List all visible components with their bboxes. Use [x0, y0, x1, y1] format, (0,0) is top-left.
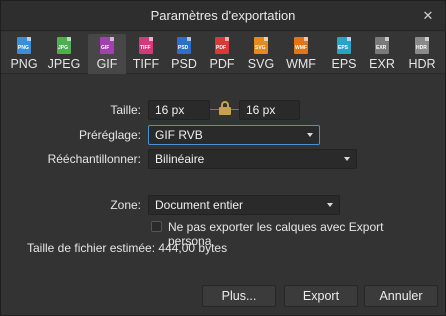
- preset-dropdown[interactable]: GIF RVB: [148, 125, 320, 145]
- file-icon-tag: PSD: [178, 45, 189, 51]
- pdf-file-icon: PDF: [215, 37, 229, 54]
- dialog-title: Paramètres d'exportation: [150, 8, 296, 23]
- title-bar: Paramètres d'exportation ✕: [1, 1, 445, 31]
- psd-file-icon: PSD: [177, 37, 191, 54]
- chevron-down-icon: [344, 157, 350, 161]
- close-icon[interactable]: ✕: [419, 7, 437, 25]
- zone-value: Document entier: [155, 198, 244, 212]
- wmf-file-icon: WMF: [294, 37, 308, 54]
- format-tab-eps[interactable]: EPS EPS: [325, 34, 363, 74]
- format-tab-label: HDR: [408, 57, 436, 71]
- format-tab-gif[interactable]: GIF GIF: [88, 34, 126, 74]
- export-settings-dialog: Paramètres d'exportation ✕ PNG PNG JPG JPEG…: [0, 0, 446, 316]
- format-tab-wmf[interactable]: WMF WMF: [282, 34, 320, 74]
- zone-label: Zone:: [110, 198, 141, 212]
- file-icon-tag: WMF: [295, 45, 307, 51]
- zone-dropdown[interactable]: Document entier: [148, 195, 340, 215]
- format-tab-hdr[interactable]: HDR HDR: [403, 34, 441, 74]
- aspect-lock-icon[interactable]: [219, 101, 231, 115]
- tiff-file-icon: TIFF: [139, 37, 153, 54]
- preset-value: GIF RVB: [155, 128, 203, 142]
- resample-label: Rééchantillonner:: [47, 152, 141, 166]
- size-label: Taille:: [110, 103, 141, 117]
- file-icon-tag: TIFF: [140, 45, 151, 51]
- chevron-down-icon: [307, 133, 313, 137]
- file-icon-tag: SVG: [255, 45, 266, 51]
- export-button[interactable]: Export: [284, 285, 358, 307]
- preset-label: Préréglage:: [78, 128, 141, 142]
- eps-file-icon: EPS: [337, 37, 351, 54]
- file-icon-tag: JPG: [58, 45, 69, 51]
- format-tab-tiff[interactable]: TIFF TIFF: [127, 34, 165, 74]
- format-tab-svg[interactable]: SVG SVG: [242, 34, 280, 74]
- width-input[interactable]: 16 px: [148, 100, 210, 120]
- exr-file-icon: EXR: [375, 37, 389, 54]
- resample-dropdown[interactable]: Bilinéaire: [148, 149, 357, 169]
- file-icon-tag: PDF: [216, 45, 226, 51]
- jpeg-file-icon: JPG: [57, 37, 71, 54]
- format-tab-label: WMF: [286, 57, 316, 71]
- format-tab-label: JPEG: [47, 57, 81, 71]
- more-button[interactable]: Plus...: [202, 285, 276, 307]
- estimated-size-text: Taille de fichier estimée: 444,00 bytes: [27, 241, 228, 255]
- link-line-left: [210, 109, 219, 110]
- format-tab-pdf[interactable]: PDF PDF: [203, 34, 241, 74]
- gif-file-icon: GIF: [100, 37, 114, 54]
- file-icon-tag: GIF: [101, 45, 110, 51]
- chevron-down-icon: [327, 203, 333, 207]
- format-tab-jpeg[interactable]: JPG JPEG: [45, 34, 83, 74]
- file-icon-tag: PNG: [18, 45, 29, 51]
- file-icon-tag: HDR: [416, 45, 427, 51]
- file-icon-tag: EXR: [376, 45, 387, 51]
- height-input[interactable]: 16 px: [239, 100, 300, 120]
- svg-file-icon: SVG: [254, 37, 268, 54]
- format-tab-png[interactable]: PNG PNG: [5, 34, 43, 74]
- link-line-right: [231, 109, 239, 110]
- png-file-icon: PNG: [17, 37, 31, 54]
- hdr-file-icon: HDR: [415, 37, 429, 54]
- cancel-button[interactable]: Annuler: [364, 285, 438, 307]
- format-tab-psd[interactable]: PSD PSD: [165, 34, 203, 74]
- format-toolbar: PNG PNG JPG JPEG GIF GIF TIFF TIFF PSD PSD PDF PDF S…: [1, 32, 445, 74]
- format-tab-exr[interactable]: EXR EXR: [363, 34, 401, 74]
- no-layers-checkbox[interactable]: [151, 221, 162, 232]
- resample-value: Bilinéaire: [155, 152, 205, 166]
- file-icon-tag: EPS: [338, 45, 349, 51]
